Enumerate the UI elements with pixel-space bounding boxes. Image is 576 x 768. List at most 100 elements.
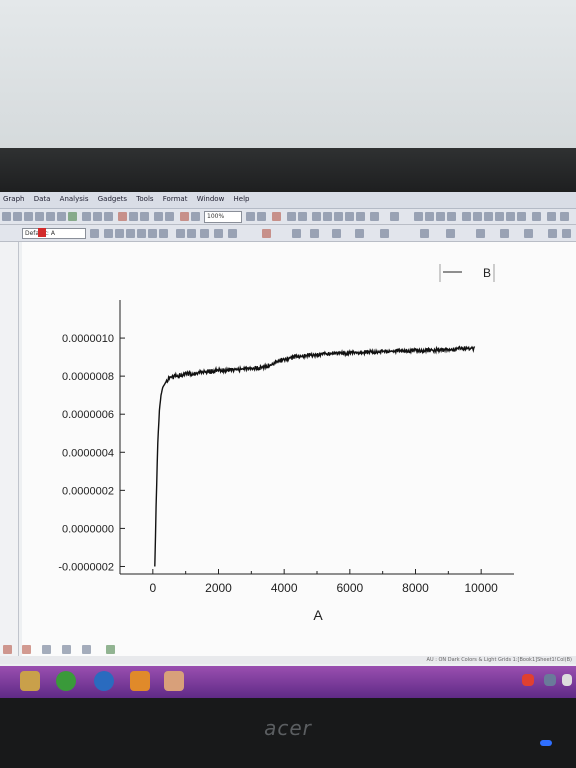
- new-workbook-icon[interactable]: [13, 212, 22, 221]
- new-notes-icon[interactable]: [68, 212, 77, 221]
- line-style-icon[interactable]: [355, 229, 364, 238]
- x-tick-label: 0: [149, 581, 156, 595]
- zoom-select[interactable]: 100%: [204, 211, 242, 223]
- align-right-icon[interactable]: [228, 229, 237, 238]
- align-left-icon[interactable]: [200, 229, 209, 238]
- line-width-icon[interactable]: [380, 229, 389, 238]
- save-icon[interactable]: [93, 212, 102, 221]
- axis-icon-4[interactable]: [495, 212, 504, 221]
- legend[interactable]: B: [439, 264, 495, 282]
- menu-format[interactable]: Format: [160, 192, 192, 203]
- plot-column-icon[interactable]: [42, 645, 51, 654]
- results-log-icon[interactable]: [287, 212, 296, 221]
- series-line-B[interactable]: [154, 345, 476, 567]
- superscript-icon[interactable]: [137, 229, 146, 238]
- symbol-shape-icon[interactable]: [420, 229, 429, 238]
- menu-window[interactable]: Window: [194, 192, 229, 203]
- tray-icon-1[interactable]: [522, 674, 534, 686]
- layer-icon-3[interactable]: [436, 212, 445, 221]
- symbol-size-icon[interactable]: [446, 229, 455, 238]
- layout-icon[interactable]: [547, 212, 556, 221]
- monitor-logo: acer: [264, 716, 312, 740]
- increase-font-icon[interactable]: [176, 229, 185, 238]
- copy-page-icon[interactable]: [257, 212, 266, 221]
- axis-icon-2[interactable]: [473, 212, 482, 221]
- bold-icon[interactable]: [104, 229, 113, 238]
- import-wizard-icon[interactable]: [129, 212, 138, 221]
- font-size-icon[interactable]: [90, 229, 99, 238]
- browser-icon[interactable]: [56, 671, 76, 691]
- fill-color-icon[interactable]: [310, 229, 319, 238]
- command-window-icon[interactable]: [298, 212, 307, 221]
- app-yellow-icon[interactable]: [130, 671, 150, 691]
- plot-line-icon[interactable]: [3, 645, 12, 654]
- menu-data[interactable]: Data: [31, 192, 55, 203]
- line-color-icon[interactable]: [292, 229, 301, 238]
- standard-toolbar: 100%: [0, 209, 576, 225]
- save-template-icon[interactable]: [104, 212, 113, 221]
- tray-icon-2[interactable]: [544, 674, 556, 686]
- project-explorer-icon[interactable]: [323, 212, 332, 221]
- new-function-icon[interactable]: [46, 212, 55, 221]
- batch-plot-icon[interactable]: [154, 212, 163, 221]
- plot-3d-icon[interactable]: [82, 645, 91, 654]
- layer-icon-1[interactable]: [414, 212, 423, 221]
- app-k-icon[interactable]: [94, 671, 114, 691]
- open-icon[interactable]: [82, 212, 91, 221]
- font-select[interactable]: Default: A: [22, 228, 86, 239]
- axis-icon-3[interactable]: [484, 212, 493, 221]
- menu-gadgets[interactable]: Gadgets: [95, 192, 131, 203]
- decrease-font-icon[interactable]: [187, 229, 196, 238]
- export-icon[interactable]: [272, 212, 281, 221]
- more-icon[interactable]: [560, 212, 569, 221]
- layer-icon-4[interactable]: [447, 212, 456, 221]
- menu-tools[interactable]: Tools: [133, 192, 157, 203]
- axis-icon-6[interactable]: [517, 212, 526, 221]
- align-center-icon[interactable]: [214, 229, 223, 238]
- monitor-bezel-top: [0, 148, 576, 192]
- axis-icon-1[interactable]: [462, 212, 471, 221]
- new-layer-icon[interactable]: [390, 212, 399, 221]
- layer-icon-2[interactable]: [425, 212, 434, 221]
- recalculate-icon[interactable]: [140, 212, 149, 221]
- close-icon[interactable]: [562, 229, 571, 238]
- menu-bar: Graph Data Analysis Gadgets Tools Format…: [0, 192, 576, 209]
- menu-analysis[interactable]: Analysis: [57, 192, 93, 203]
- new-graph-icon[interactable]: [24, 212, 33, 221]
- power-led: [540, 740, 552, 746]
- arrow-icon[interactable]: [500, 229, 509, 238]
- new-project-icon[interactable]: [2, 212, 11, 221]
- origin-icon[interactable]: [164, 671, 184, 691]
- new-matrix-icon[interactable]: [35, 212, 44, 221]
- print-icon[interactable]: [246, 212, 255, 221]
- graph-window-close-icon[interactable]: [38, 228, 46, 237]
- plot-template-icon[interactable]: [106, 645, 115, 654]
- plot-scatter-icon[interactable]: [22, 645, 31, 654]
- add-layer-icon[interactable]: [370, 212, 379, 221]
- menu-graph[interactable]: Graph: [0, 192, 28, 203]
- message-log-icon[interactable]: [334, 212, 343, 221]
- greek-icon[interactable]: [159, 229, 168, 238]
- digitizer-icon[interactable]: [165, 212, 174, 221]
- font-color-icon[interactable]: [262, 229, 271, 238]
- code-builder-icon[interactable]: [312, 212, 321, 221]
- grid-icon[interactable]: [532, 212, 541, 221]
- import-icon[interactable]: [118, 212, 127, 221]
- smart-hint-icon[interactable]: [345, 212, 354, 221]
- menu-help[interactable]: Help: [231, 192, 254, 203]
- symbol-color-icon[interactable]: [476, 229, 485, 238]
- duplicate-icon[interactable]: [180, 212, 189, 221]
- pattern-icon[interactable]: [332, 229, 341, 238]
- new-excel-icon[interactable]: [57, 212, 66, 221]
- file-explorer-icon[interactable]: [20, 671, 40, 691]
- script-window-icon[interactable]: [356, 212, 365, 221]
- rotate-icon[interactable]: [524, 229, 533, 238]
- subscript-icon[interactable]: [148, 229, 157, 238]
- refresh-icon[interactable]: [191, 212, 200, 221]
- axis-icon-5[interactable]: [506, 212, 515, 221]
- tray-icon-3[interactable]: [562, 674, 572, 686]
- plot-area-icon[interactable]: [62, 645, 71, 654]
- underline-icon[interactable]: [126, 229, 135, 238]
- x-icon[interactable]: [548, 229, 557, 238]
- italic-icon[interactable]: [115, 229, 124, 238]
